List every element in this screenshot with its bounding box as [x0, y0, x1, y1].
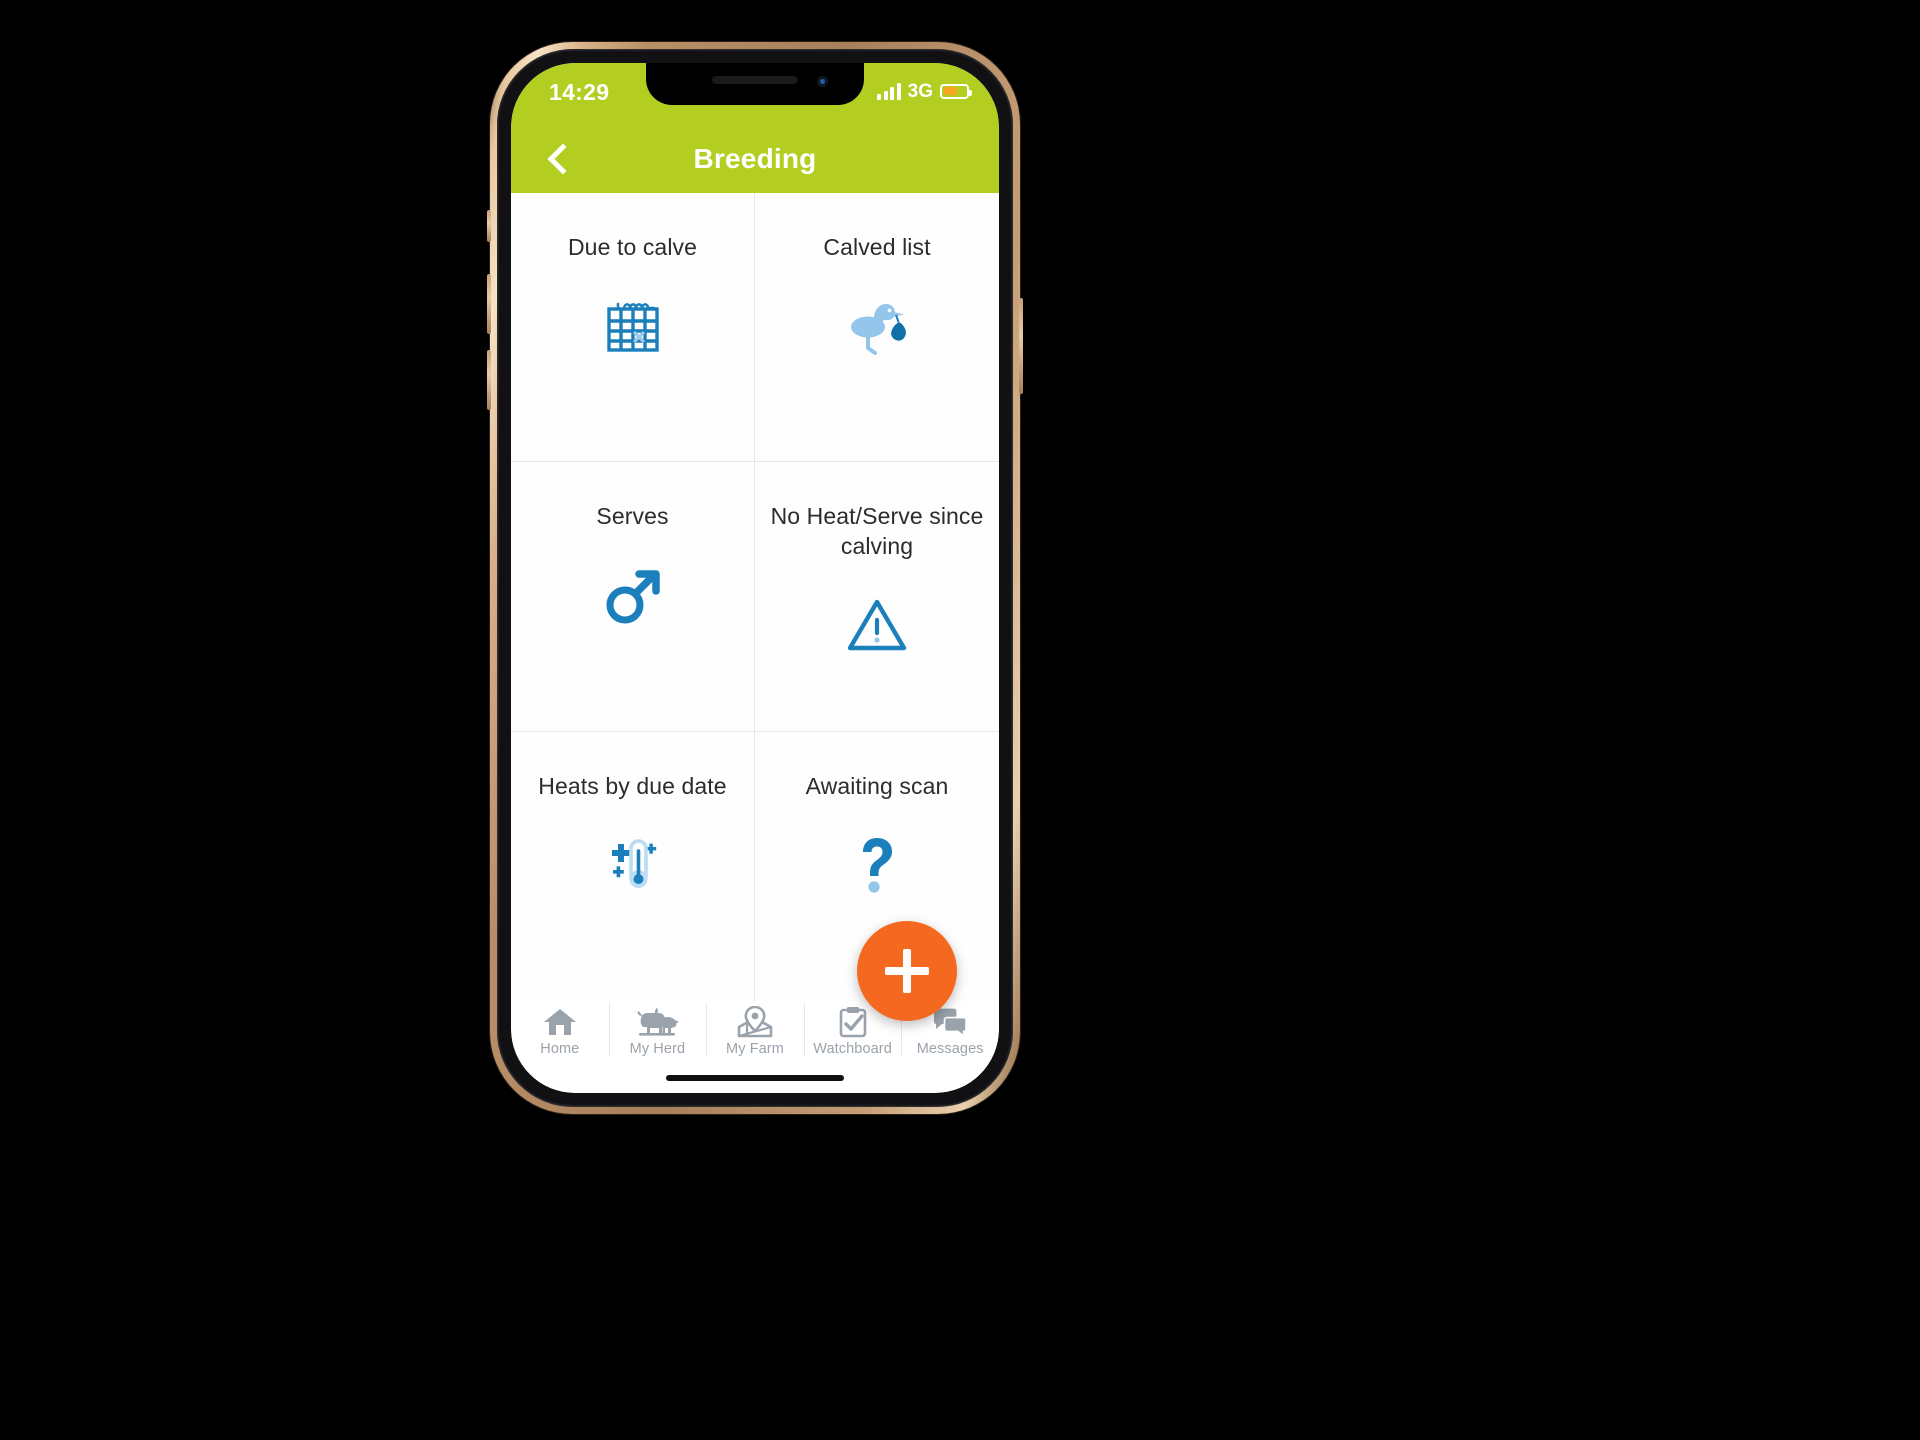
tab-label: My Farm	[726, 1041, 784, 1057]
tab-label: Watchboard	[813, 1041, 892, 1057]
male-symbol-icon	[595, 558, 671, 634]
grid-item-no-heat-serve-since-calving[interactable]: No Heat/Serve since calving	[755, 462, 999, 732]
device-inner-frame: 14:29 3G Breeding Due to calve Calved li…	[497, 49, 1013, 1107]
volume-down-button[interactable]	[487, 350, 491, 410]
grid-item-due-to-calve[interactable]: Due to calve	[511, 193, 755, 463]
tab-my-farm[interactable]: My Farm	[706, 1001, 804, 1065]
phone-device: 14:29 3G Breeding Due to calve Calved li…	[487, 42, 1023, 1114]
add-button[interactable]	[857, 921, 957, 1021]
volume-up-button[interactable]	[487, 274, 491, 334]
mute-switch[interactable]	[487, 210, 491, 242]
tab-my-herd[interactable]: My Herd	[608, 1001, 707, 1065]
home-indicator[interactable]	[666, 1075, 844, 1081]
grid-item-calved-list[interactable]: Calved list	[755, 193, 999, 463]
tab-label: Messages	[916, 1041, 984, 1057]
battery-icon	[940, 83, 972, 99]
grid-item-heats-by-due-date[interactable]: Heats by due date	[511, 731, 755, 1001]
device-bezel: 14:29 3G Breeding Due to calve Calved li…	[511, 63, 999, 1093]
thermometer-icon	[595, 827, 671, 903]
signal-bars-icon	[877, 82, 901, 100]
status-time: 14:29	[549, 79, 610, 105]
page-title: Breeding	[693, 143, 817, 174]
app-header: Breeding	[511, 125, 999, 193]
cattle-icon	[635, 1004, 679, 1040]
map-pin-icon	[736, 1004, 774, 1040]
question-mark-icon	[839, 827, 915, 903]
grid-item-label: Due to calve	[567, 234, 698, 260]
status-indicators: 3G	[877, 80, 972, 102]
earpiece-speaker	[712, 76, 798, 84]
grid-item-label: Serves	[596, 503, 669, 530]
network-type-label: 3G	[907, 80, 933, 102]
device-notch	[646, 63, 864, 105]
grid-item-label: Awaiting scan	[805, 772, 949, 799]
stork-icon	[839, 288, 915, 364]
plus-icon-vertical	[903, 949, 911, 993]
grid-item-label: No Heat/Serve since calving	[770, 503, 984, 559]
breeding-menu-grid: Due to calve Calved list Serves No Heat/…	[511, 193, 999, 1001]
grid-item-label: Heats by due date	[538, 772, 727, 799]
tab-label: My Herd	[629, 1041, 686, 1057]
calendar-icon	[595, 288, 671, 364]
grid-item-serves[interactable]: Serves	[511, 462, 755, 732]
power-button[interactable]	[1019, 298, 1023, 394]
grid-item-label: Calved list	[823, 234, 931, 260]
front-camera-icon	[817, 76, 828, 87]
phone-screen: 14:29 3G Breeding Due to calve Calved li…	[511, 63, 999, 1093]
tab-home[interactable]: Home	[511, 1001, 609, 1065]
warning-triangle-icon	[839, 587, 915, 663]
tab-label: Home	[540, 1041, 580, 1057]
battery-fill	[943, 87, 958, 95]
clipboard-check-icon	[837, 1004, 869, 1040]
home-icon	[543, 1004, 577, 1040]
